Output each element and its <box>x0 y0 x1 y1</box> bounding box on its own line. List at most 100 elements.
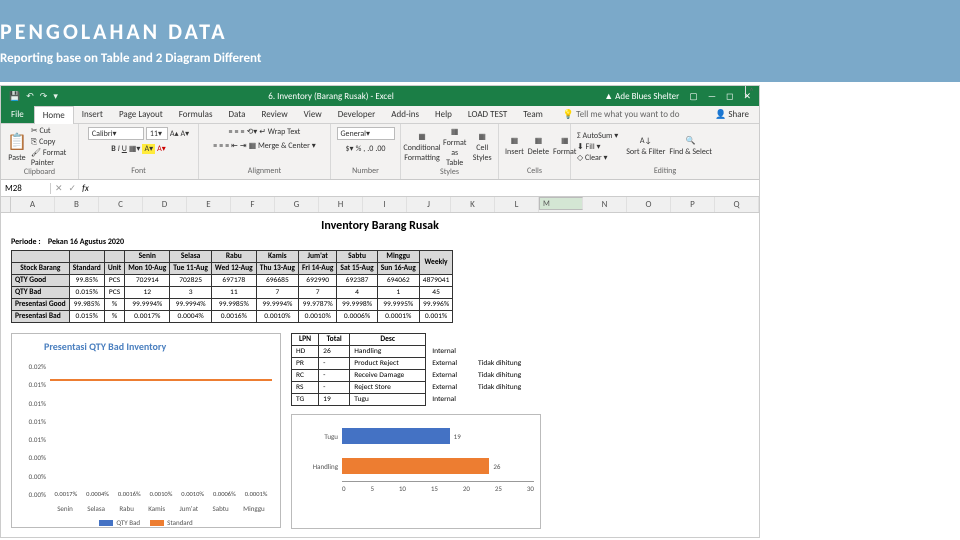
group-alignment-label: Alignment <box>205 166 324 176</box>
col-A[interactable]: A <box>11 197 55 212</box>
chart-qty-bad[interactable]: Presentasi QTY Bad Inventory 0.02%0.01%0… <box>11 333 281 528</box>
format-as-table-button[interactable]: ▦Format as Table <box>443 127 466 168</box>
tab-data[interactable]: Data <box>220 106 253 123</box>
font-color-button[interactable]: A▾ <box>157 144 166 154</box>
font-name-select[interactable]: Calibri ▾ <box>88 127 144 140</box>
inc-decimal-icon[interactable]: .0 <box>367 144 373 154</box>
chart-lpn-bar[interactable]: Tugu19Handling26051015202530 <box>291 414 541 529</box>
cancel-icon[interactable]: ✕ <box>55 183 63 194</box>
clear-button[interactable]: ◇ Clear ▾ <box>577 153 618 163</box>
ribbon-options-icon[interactable]: ▢ <box>689 91 698 102</box>
tab-loadtest[interactable]: LOAD TEST <box>460 106 515 123</box>
col-B[interactable]: B <box>55 197 99 212</box>
tell-me[interactable]: 💡 Tell me what you want to do <box>551 109 715 120</box>
col-J[interactable]: J <box>407 197 451 212</box>
chart-legend: QTY Bad Standard <box>12 518 280 527</box>
formula-input[interactable] <box>95 183 755 194</box>
lpn-table[interactable]: LPNTotalDescHD26HandlingInternalPR-Produ… <box>291 333 541 406</box>
col-K[interactable]: K <box>451 197 495 212</box>
tab-formulas[interactable]: Formulas <box>171 106 221 123</box>
indent-dec-icon[interactable]: ⇤ <box>231 141 238 151</box>
decrease-font-icon[interactable]: A▾ <box>181 129 190 139</box>
align-top-icon[interactable]: ≡ <box>229 127 233 137</box>
underline-button[interactable]: U <box>122 144 127 154</box>
align-bot-icon[interactable]: ≡ <box>241 127 245 137</box>
tab-file[interactable]: File <box>1 106 34 123</box>
number-format-select[interactable]: General ▾ <box>337 127 395 140</box>
align-right-icon[interactable]: ≡ <box>225 141 229 151</box>
orientation-icon[interactable]: ⟲▾ <box>247 127 258 137</box>
col-L[interactable]: L <box>495 197 539 212</box>
tab-review[interactable]: Review <box>253 106 295 123</box>
dec-decimal-icon[interactable]: .00 <box>375 144 385 154</box>
collapse-ribbon-icon[interactable]: ˄ <box>745 86 757 98</box>
wrap-text-button[interactable]: ↵ Wrap Text <box>259 127 300 137</box>
select-all-corner[interactable] <box>1 197 11 212</box>
fill-color-button[interactable]: A▾ <box>142 144 155 154</box>
align-center-icon[interactable]: ≡ <box>219 141 223 151</box>
slide-subtitle: Reporting base on Table and 2 Diagram Di… <box>0 51 960 66</box>
tab-view[interactable]: View <box>296 106 330 123</box>
maximize-icon[interactable]: ◻ <box>726 91 733 102</box>
col-G[interactable]: G <box>275 197 319 212</box>
align-mid-icon[interactable]: ≡ <box>235 127 239 137</box>
enter-icon[interactable]: ✓ <box>69 183 77 194</box>
conditional-formatting-button[interactable]: ▦Conditional Formatting <box>407 132 437 163</box>
col-P[interactable]: P <box>671 197 715 212</box>
save-icon[interactable]: 💾 <box>9 91 20 102</box>
tab-developer[interactable]: Developer <box>330 106 384 123</box>
format-painter-button[interactable]: 🖌 Format Painter <box>31 148 72 168</box>
currency-icon[interactable]: $▾ <box>345 144 353 154</box>
merge-button[interactable]: ▦ Merge & Center ▾ <box>249 141 316 151</box>
inventory-table[interactable]: SeninSelasaRabuKamisJum'atSabtuMingguWee… <box>11 250 453 323</box>
cell-styles-button[interactable]: ▦Cell Styles <box>472 132 492 163</box>
delete-button[interactable]: ▦Delete <box>528 136 549 157</box>
cut-button[interactable]: ✂ Cut <box>31 126 72 136</box>
tab-page-layout[interactable]: Page Layout <box>111 106 171 123</box>
find-select-button[interactable]: 🔍Find & Select <box>669 136 712 157</box>
col-N[interactable]: N <box>583 197 627 212</box>
italic-button[interactable]: I <box>118 144 120 154</box>
qat-more-icon[interactable]: ▾ <box>53 91 58 102</box>
percent-icon[interactable]: % <box>356 144 362 154</box>
font-size-select[interactable]: 11 ▾ <box>146 127 168 140</box>
fill-button[interactable]: ⬇ Fill ▾ <box>577 142 618 152</box>
tab-help[interactable]: Help <box>427 106 460 123</box>
align-left-icon[interactable]: ≡ <box>213 141 217 151</box>
share-button[interactable]: 👤 Share <box>715 109 759 120</box>
formula-bar: M28 ✕ ✓ fx <box>1 180 759 197</box>
redo-icon[interactable]: ↷ <box>40 91 48 102</box>
col-D[interactable]: D <box>143 197 187 212</box>
col-Q[interactable]: Q <box>715 197 759 212</box>
increase-font-icon[interactable]: A▴ <box>170 129 179 139</box>
slide-title: PENGOLAHAN DATA <box>0 18 960 45</box>
name-box[interactable]: M28 <box>1 183 51 194</box>
sheet-area[interactable]: Inventory Barang Rusak Periode : Pekan 1… <box>1 213 759 537</box>
copy-button[interactable]: ⎘ Copy <box>31 137 72 147</box>
col-E[interactable]: E <box>187 197 231 212</box>
col-I[interactable]: I <box>363 197 407 212</box>
col-F[interactable]: F <box>231 197 275 212</box>
border-button[interactable]: ▦▾ <box>129 144 141 154</box>
col-H[interactable]: H <box>319 197 363 212</box>
sort-filter-button[interactable]: A↓Sort & Filter <box>626 136 665 157</box>
window-title: 6. Inventory (Barang Rusak) - Excel <box>58 91 604 102</box>
fx-icon[interactable]: fx <box>82 183 89 194</box>
paste-button[interactable]: 📋 Paste <box>7 132 27 163</box>
col-M[interactable]: M <box>539 197 583 210</box>
col-O[interactable]: O <box>627 197 671 212</box>
titlebar: 💾 ↶ ↷ ▾ 6. Inventory (Barang Rusak) - Ex… <box>1 86 759 106</box>
tab-team[interactable]: Team <box>515 106 551 123</box>
insert-button[interactable]: ▦Insert <box>505 136 524 157</box>
indent-inc-icon[interactable]: ⇥ <box>240 141 247 151</box>
undo-icon[interactable]: ↶ <box>26 91 34 102</box>
col-C[interactable]: C <box>99 197 143 212</box>
bold-button[interactable]: B <box>111 144 115 154</box>
comma-icon[interactable]: , <box>363 144 365 154</box>
tab-insert[interactable]: Insert <box>74 106 111 123</box>
tab-addins[interactable]: Add-ins <box>383 106 427 123</box>
autosum-button[interactable]: Σ AutoSum ▾ <box>577 131 618 141</box>
user-badge[interactable]: ▲ Ade Blues Shelter <box>604 91 679 102</box>
tab-home[interactable]: Home <box>34 106 74 124</box>
minimize-icon[interactable]: — <box>708 91 716 102</box>
